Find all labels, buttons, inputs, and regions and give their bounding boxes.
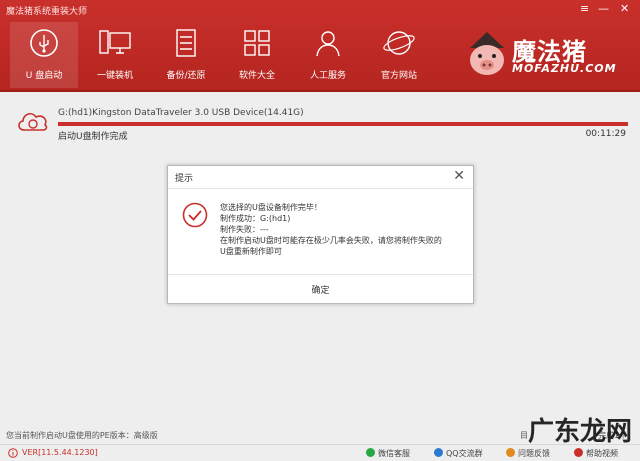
status-text: 启动U盘制作完成 — [58, 132, 128, 142]
progress-bar — [58, 122, 628, 126]
qq-group-link[interactable]: QQ交流群 — [434, 448, 483, 459]
dialog-line: 制作成功：G:(hd1) — [220, 214, 291, 223]
link-label: 问题反馈 — [518, 449, 550, 458]
qq-icon — [434, 448, 443, 457]
nav-label: U 盘启动 — [25, 71, 63, 81]
pig-mascot-icon — [470, 32, 504, 75]
nav-label: 一键装机 — [96, 71, 133, 81]
dialog-line: U盘重新制作即可 — [220, 247, 282, 256]
close-icon[interactable]: ✕ — [620, 2, 629, 16]
nav-official-site[interactable]: 官方网站 — [365, 22, 433, 88]
link-label: QQ交流群 — [446, 449, 483, 458]
ok-button[interactable]: 确定 — [311, 283, 329, 296]
app-title: 魔法猪系统重装大师 — [6, 7, 88, 17]
globe-icon — [383, 31, 415, 55]
nav-label: 人工服务 — [309, 71, 346, 81]
completion-dialog: 提示 ✕ 您选择的U盘设备制作完毕！ 制作成功：G:(hd1) 制作失败：---… — [167, 165, 474, 304]
nav-one-click-install[interactable]: 一键装机 — [81, 22, 149, 88]
feedback-icon — [506, 448, 515, 457]
progress-fill — [58, 122, 628, 126]
apps-grid-icon — [244, 30, 270, 56]
menu-icon[interactable]: ≡ — [580, 2, 589, 16]
feedback-link[interactable]: 问题反馈 — [506, 448, 550, 459]
nav-backup-restore[interactable]: 备份/还原 — [152, 22, 220, 88]
main-nav: U 盘启动 一键装机 备份/还原 软件大全 人工服务 官方网站 — [10, 22, 436, 88]
dialog-line: 制作失败：--- — [220, 225, 269, 234]
version-text: VER[11.5.44.1230] — [22, 448, 98, 457]
brand-logo: 魔法猪 MOFAZHU.COM — [464, 28, 634, 82]
watermark-text: 广东龙网 — [527, 417, 632, 447]
link-label: 帮助视频 — [586, 449, 618, 458]
dialog-message: 您选择的U盘设备制作完毕！ 制作成功：G:(hd1) 制作失败：--- 在制作启… — [220, 202, 442, 257]
elapsed-time: 00:11:29 — [585, 129, 626, 139]
monitor-icon — [99, 30, 131, 54]
nav-label: 软件大全 — [238, 71, 275, 81]
partial-text: 目 — [520, 431, 528, 440]
success-check-icon — [182, 202, 208, 228]
header-divider — [0, 90, 640, 92]
person-icon — [316, 31, 340, 57]
cloud-usb-icon — [18, 112, 48, 131]
help-video-link[interactable]: 帮助视频 — [574, 448, 618, 459]
minimize-icon[interactable]: — — [598, 2, 609, 16]
link-label: 微信客服 — [378, 449, 410, 458]
nav-software[interactable]: 软件大全 — [223, 22, 291, 88]
nav-label: 官方网站 — [380, 71, 417, 81]
brand-name-en: MOFAZHU.COM — [512, 62, 617, 75]
nav-usb-boot[interactable]: U 盘启动 — [10, 22, 78, 88]
wechat-icon — [366, 448, 375, 457]
backup-icon — [176, 29, 196, 57]
device-progress-row: G:(hd1)Kingston DataTraveler 3.0 USB Dev… — [0, 100, 640, 148]
dialog-footer: 确定 — [168, 274, 473, 303]
dialog-line: 在制作启动U盘时可能存在极少几率会失败，请您将制作失败的 — [220, 236, 442, 245]
usb-icon — [30, 29, 58, 57]
title-bar: 魔法猪系统重装大师 ≡ — ✕ U 盘启动 一键装机 备份/还原 软件大全 人工… — [0, 0, 640, 92]
pe-version-info: 您当前制作启动U盘使用的PE版本：高级版 — [6, 431, 158, 440]
wechat-service-link[interactable]: 微信客服 — [366, 448, 410, 459]
dialog-header: 提示 ✕ — [168, 166, 473, 189]
info-icon — [8, 448, 18, 458]
nav-label: 备份/还原 — [166, 71, 206, 81]
device-name: G:(hd1)Kingston DataTraveler 3.0 USB Dev… — [58, 108, 304, 118]
dialog-title: 提示 — [175, 174, 194, 184]
dialog-close-icon[interactable]: ✕ — [453, 168, 465, 184]
video-icon — [574, 448, 583, 457]
dialog-line: 您选择的U盘设备制作完毕！ — [220, 203, 322, 212]
nav-human-service[interactable]: 人工服务 — [294, 22, 362, 88]
